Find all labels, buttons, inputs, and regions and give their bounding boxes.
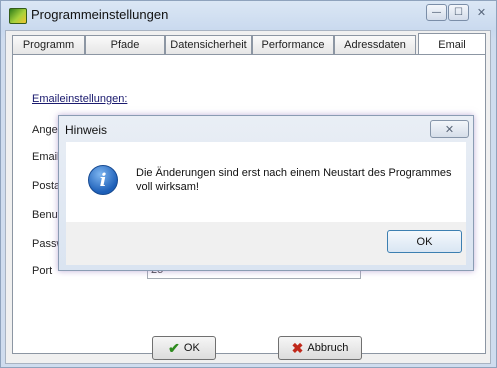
cancel-button-label: Abbruch [307,342,349,354]
window-title: Programmeinstellungen [31,7,169,22]
x-icon: ✖ [291,339,304,356]
dialog-close-button[interactable]: ✕ [430,120,469,138]
tab-programm[interactable]: Programm [12,35,85,54]
dialog-title: Hinweis [65,123,108,137]
tab-email[interactable]: Email [418,33,486,55]
tab-performance[interactable]: Performance [252,35,334,54]
tab-datensicherheit[interactable]: Datensicherheit [165,35,252,54]
minimize-button[interactable]: — [426,4,447,21]
dialog-footer: OK [66,222,466,265]
dialog-message: Die Änderungen sind erst nach einem Neus… [136,167,452,193]
dialog-ok-button[interactable]: OK [387,230,462,253]
maximize-button[interactable]: ☐ [448,4,469,21]
cancel-button[interactable]: ✖ Abbruch [278,336,362,360]
title-bar[interactable]: Programmeinstellungen — ☐ ✕ [1,1,496,29]
field-label-username: Benut [32,209,61,221]
ok-button[interactable]: ✔ OK [152,336,216,360]
tab-adressdaten[interactable]: Adressdaten [334,35,416,54]
ok-button-label: OK [183,342,200,354]
close-button[interactable]: ✕ [471,4,492,21]
tab-pfade[interactable]: Pfade [85,35,165,54]
info-icon: i [88,165,118,195]
app-icon [9,8,27,24]
checkmark-icon: ✔ [168,339,180,356]
hinweis-dialog: Hinweis ✕ i Die Änderungen sind erst nac… [58,115,474,271]
email-settings-heading: Emaileinstellungen: [32,93,128,105]
field-label-port: Port [32,265,53,277]
dialog-body: i Die Änderungen sind erst nach einem Ne… [66,142,466,222]
tab-strip: Programm Pfade Datensicherheit Performan… [12,33,486,55]
